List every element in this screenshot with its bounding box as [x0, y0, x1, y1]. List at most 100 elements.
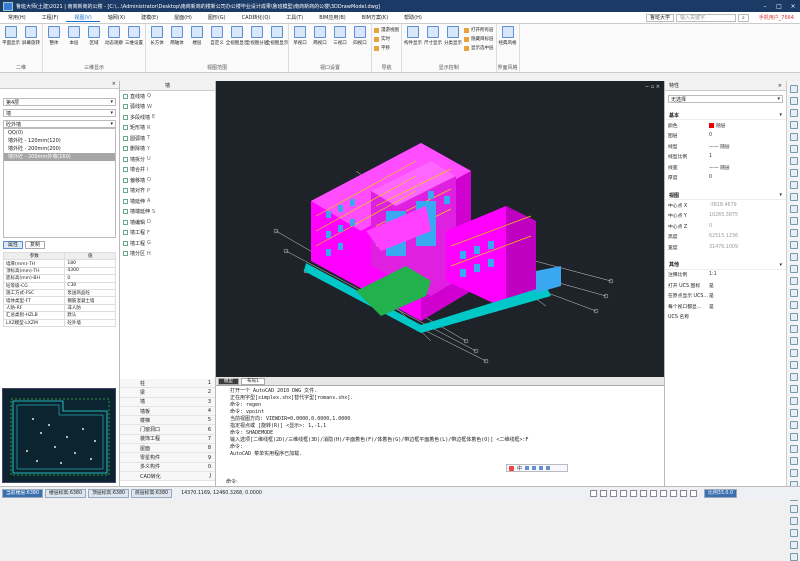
- toolstrip-icon[interactable]: [789, 373, 798, 381]
- status-toggle-icon[interactable]: [640, 490, 648, 497]
- search-dropdown[interactable]: 鲁班大学: [645, 13, 674, 22]
- toolstrip-icon[interactable]: [789, 205, 798, 213]
- scale-indicator[interactable]: 比例33.0.0: [704, 489, 737, 498]
- property-row[interactable]: 颜色 随层: [665, 120, 786, 131]
- tab-layout1[interactable]: 布局1: [241, 377, 265, 385]
- tool-item[interactable]: 墙拆分 U: [120, 154, 215, 165]
- property-row[interactable]: 每个视口都显... 是: [665, 301, 786, 312]
- list-item[interactable]: 墙外砼 - 200mm(200): [4, 145, 115, 153]
- table-row[interactable]: 底标高(mm)-BH 0: [2, 274, 116, 283]
- minimize-icon[interactable]: –: [758, 3, 772, 10]
- toolstrip-icon[interactable]: [789, 217, 798, 225]
- ribbon-button[interactable]: 本层: [65, 26, 83, 64]
- ribbon-button[interactable]: 经典风格: [499, 26, 517, 64]
- 3d-viewport[interactable]: − ▫ ×: [216, 81, 664, 377]
- ribbon-button[interactable]: 两视口: [311, 26, 329, 64]
- toolstrip-icon[interactable]: [789, 169, 798, 177]
- toolstrip-icon[interactable]: [789, 121, 798, 129]
- property-row[interactable]: 中心点 X -3818.4679: [665, 200, 786, 211]
- viewport-controls[interactable]: − ▫ ×: [645, 84, 660, 90]
- status-toggle-icon[interactable]: [590, 490, 598, 497]
- ribbon-button[interactable]: 构件显示: [404, 26, 422, 64]
- ribbon-button[interactable]: 全视图分层: [246, 26, 268, 64]
- property-value[interactable]: 4300: [64, 266, 116, 276]
- status-toggle-icon[interactable]: [680, 490, 688, 497]
- toolstrip-icon[interactable]: [789, 253, 798, 261]
- toolstrip-icon[interactable]: [789, 397, 798, 405]
- property-value[interactable]: —— 随层: [709, 143, 786, 150]
- table-row[interactable]: 人防-RF 非人防: [2, 303, 116, 313]
- menu-item[interactable]: 工程(F): [34, 14, 67, 22]
- property-value[interactable]: 0: [709, 175, 786, 180]
- table-row[interactable]: 施工方式-FSC 泵送商品砼: [2, 288, 116, 298]
- menu-item[interactable]: 帮助(H): [396, 14, 430, 22]
- property-value[interactable]: -3818.4679: [709, 203, 786, 208]
- property-value[interactable]: 0: [709, 224, 786, 229]
- status-indicator[interactable]: 楼层标高:6380: [45, 489, 87, 498]
- property-row[interactable]: 线宽 —— 随层: [665, 162, 786, 173]
- panel-close-icon[interactable]: ×: [112, 81, 116, 88]
- tool-item[interactable]: 矩形墙 R: [120, 123, 215, 134]
- ribbon-small-button[interactable]: 打开所有层: [464, 26, 494, 34]
- toolstrip-icon[interactable]: [789, 421, 798, 429]
- toolstrip-icon[interactable]: [789, 277, 798, 285]
- list-item[interactable]: QQ(0): [4, 129, 115, 137]
- menu-item[interactable]: BIM方案(K): [354, 14, 396, 22]
- property-value[interactable]: 是: [709, 292, 786, 299]
- maximize-icon[interactable]: □: [772, 3, 786, 10]
- ribbon-small-button[interactable]: 漫游视图: [374, 26, 399, 34]
- toolstrip-icon[interactable]: [789, 109, 798, 117]
- category-item[interactable]: 梁2: [120, 388, 215, 398]
- category-item[interactable]: CAD转化 J: [120, 471, 215, 482]
- status-toggle-icon[interactable]: [650, 490, 658, 497]
- table-row[interactable]: 墙体类型-FT 钢筋混凝土墙: [2, 296, 116, 305]
- user-account[interactable]: 手机用户_7664: [753, 14, 800, 21]
- list-item[interactable]: 墙外砼 - 120mm(120): [4, 137, 115, 145]
- property-row[interactable]: 图层 0: [665, 131, 786, 142]
- toolstrip-icon[interactable]: [789, 505, 798, 513]
- tool-item[interactable]: 墙合并 I: [120, 165, 215, 176]
- status-indicator[interactable]: 当前楼层:6380: [2, 489, 44, 498]
- ime-option-icon[interactable]: [532, 466, 537, 470]
- property-value[interactable]: 62515.1236: [709, 234, 786, 239]
- ime-mode[interactable]: 中: [517, 465, 522, 472]
- ribbon-button[interactable]: 全视图显示: [226, 26, 248, 64]
- ribbon-button[interactable]: 尺寸显示: [424, 26, 442, 64]
- tab-properties[interactable]: 属性: [3, 241, 24, 249]
- search-input[interactable]: 输入关键字: [675, 13, 736, 22]
- menu-item[interactable]: 常用(H): [0, 14, 34, 22]
- toolstrip-icon[interactable]: [789, 385, 798, 393]
- toolstrip-icon[interactable]: [789, 517, 798, 525]
- ribbon-small-button[interactable]: 实时: [374, 35, 399, 43]
- toolstrip-icon[interactable]: [789, 145, 798, 153]
- command-prompt[interactable]: 命令:: [226, 478, 238, 485]
- property-section[interactable]: 基本 ▾: [665, 111, 786, 120]
- property-value[interactable]: 非人防: [64, 303, 116, 313]
- tool-item[interactable]: 墙工程 G: [120, 238, 215, 249]
- property-value[interactable]: 0: [64, 274, 116, 283]
- floor-dropdown[interactable]: 第4层 ▾: [3, 98, 116, 106]
- menu-item[interactable]: 轴网(X): [100, 14, 133, 22]
- property-value[interactable]: 默认: [64, 311, 116, 320]
- property-value[interactable]: 是: [709, 303, 786, 310]
- toolstrip-icon[interactable]: [789, 85, 798, 93]
- property-value[interactable]: 砼外墙: [64, 318, 116, 327]
- ribbon-small-button[interactable]: 隐藏目标层: [464, 35, 494, 43]
- tool-item[interactable]: 圆弧墙 T: [120, 133, 215, 144]
- toolstrip-icon[interactable]: [789, 457, 798, 465]
- category-item[interactable]: 柱1: [120, 379, 215, 389]
- table-row[interactable]: 顶标高(mm)-TH 4300: [2, 266, 116, 276]
- menu-item[interactable]: 屋面(H): [166, 14, 200, 22]
- category-item[interactable]: 门窗洞口 6: [120, 425, 215, 435]
- menu-item[interactable]: BIM应用(B): [311, 14, 354, 22]
- menu-item[interactable]: CAD转化(Q): [234, 14, 279, 22]
- tool-item[interactable]: 直线墙 Q: [120, 91, 215, 102]
- toolstrip-icon[interactable]: [789, 289, 798, 297]
- tool-item[interactable]: 偏移墙 O: [120, 175, 215, 186]
- toolstrip-icon[interactable]: [789, 265, 798, 273]
- category-item[interactable]: 多义构件 0: [120, 462, 215, 472]
- ime-option-icon[interactable]: [546, 466, 551, 470]
- category-dropdown[interactable]: 墙 ▾: [3, 109, 116, 117]
- toolstrip-icon[interactable]: [789, 361, 798, 369]
- category-item[interactable]: 墙3: [120, 397, 215, 407]
